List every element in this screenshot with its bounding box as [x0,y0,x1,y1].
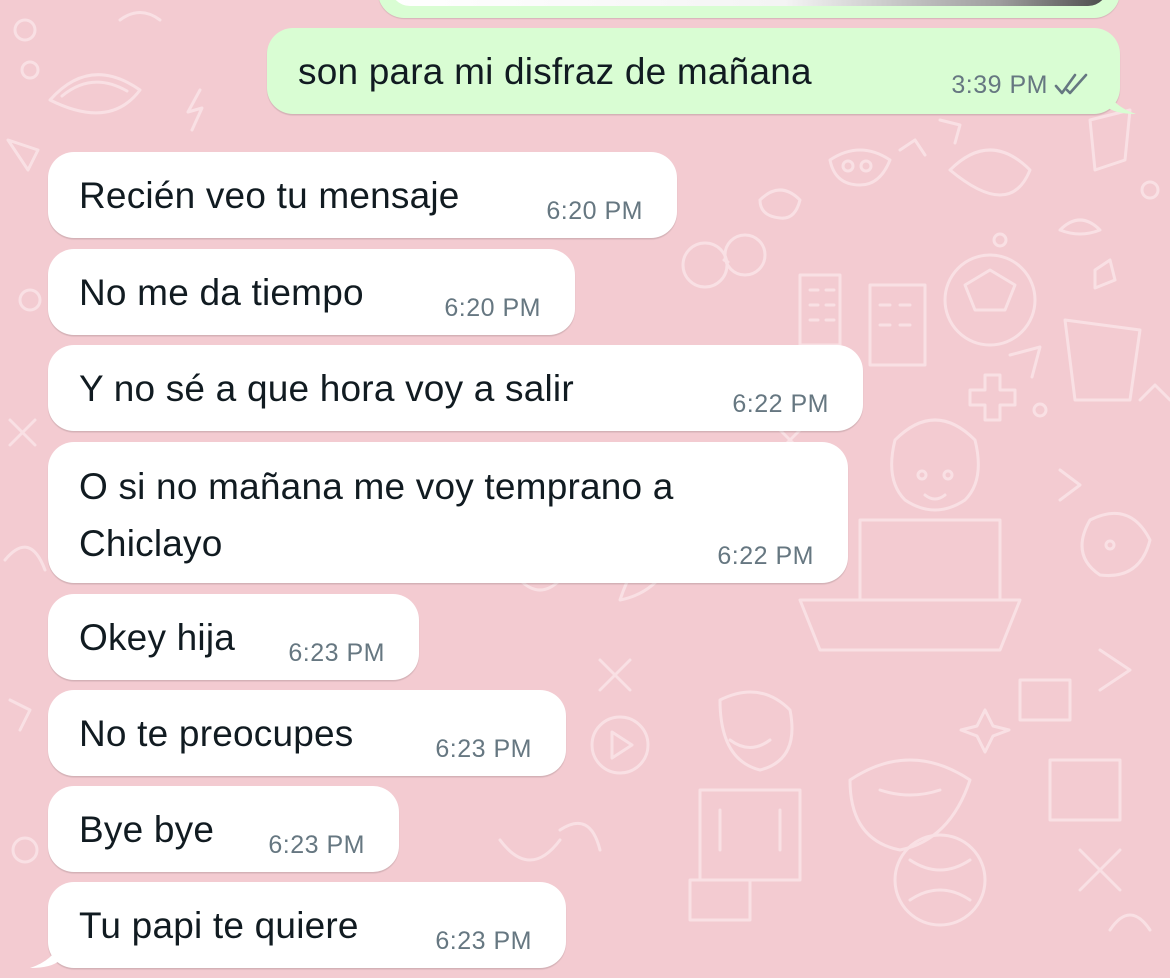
message-text: son para mi disfraz de mañana [298,51,812,92]
message-time: 6:22 PM [732,390,829,418]
incoming-message[interactable]: Tu papi te quiere 6:23 PM [30,882,566,968]
message-text: Y no sé a que hora voy a salir [79,368,574,409]
message-time: 6:20 PM [546,197,643,225]
message-text: Tu papi te quiere [79,905,359,946]
message-time: 6:23 PM [288,639,385,667]
bubble-tail [30,942,60,968]
message-text: No me da tiempo [79,272,364,313]
incoming-message[interactable]: O si no mañana me voy temprano a Chiclay… [48,442,848,583]
chat-messages[interactable]: son para mi disfraz de mañana 3:39 PM Re… [0,0,1170,978]
outgoing-message[interactable]: son para mi disfraz de mañana 3:39 PM [267,28,1136,114]
incoming-message[interactable]: Recién veo tu mensaje 6:20 PM [48,152,677,238]
message-text: Bye bye [79,809,215,850]
message-text: Okey hija [79,617,236,658]
message-time: 6:22 PM [717,542,814,570]
message-time: 6:23 PM [435,735,532,763]
message-time: 3:39 PM [951,71,1048,99]
bubble-tail [1106,88,1136,114]
message-text: O si no mañana me voy temprano a Chiclay… [79,466,674,564]
incoming-message[interactable]: No te preocupes 6:23 PM [48,690,566,776]
incoming-message[interactable]: Bye bye 6:23 PM [48,786,399,872]
message-time: 6:23 PM [435,927,532,955]
incoming-message[interactable]: Okey hija 6:23 PM [48,594,419,680]
message-time: 6:23 PM [268,831,365,859]
incoming-message[interactable]: No me da tiempo 6:20 PM [48,249,575,335]
message-text: Recién veo tu mensaje [79,175,460,216]
incoming-message[interactable]: Y no sé a que hora voy a salir 6:22 PM [48,345,863,431]
message-time: 6:20 PM [444,294,541,322]
message-text: No te preocupes [79,713,354,754]
outgoing-media-message[interactable] [378,0,1120,18]
media-preview-image[interactable] [390,0,1108,6]
double-check-icon [1054,73,1088,95]
